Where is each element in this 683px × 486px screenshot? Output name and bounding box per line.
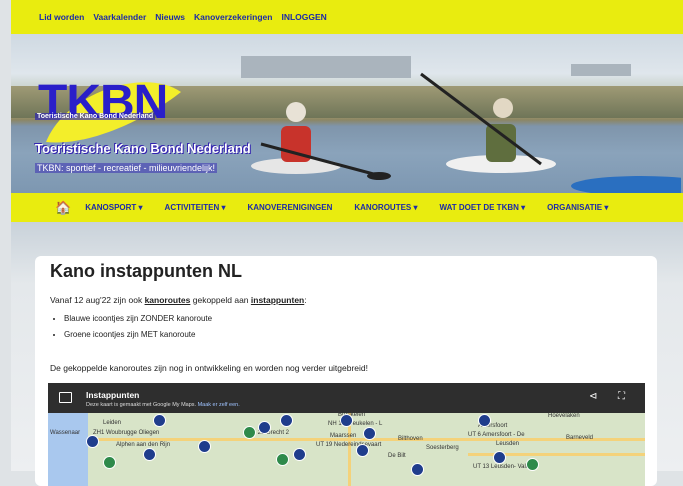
map-pin[interactable] xyxy=(280,414,293,427)
map-subtitle: Deze kaart is gemaakt met Google My Maps… xyxy=(86,402,240,408)
map-subtitle-text: Deze kaart is gemaakt met Google My Maps… xyxy=(86,402,197,408)
content-card: Kano instappunten NL Vanaf 12 aug'22 zij… xyxy=(35,256,657,486)
map-label: UT 6 Amersfoort - De xyxy=(468,432,525,438)
map-legend-icon[interactable] xyxy=(59,392,72,403)
nav-wat-doet-de-tkbn[interactable]: WAT DOET DE TKBN ▾ xyxy=(440,203,526,212)
site-slogan: TKBN: sportief - recreatief - milieuvrie… xyxy=(35,163,218,173)
map-label: Leusden xyxy=(496,441,520,447)
sea-area xyxy=(48,413,88,486)
intro-text: Vanaf 12 aug'22 zijn ook kanoroutes geko… xyxy=(50,295,307,305)
map-label: Maarssen xyxy=(330,433,357,439)
map-pin[interactable] xyxy=(243,426,256,439)
topnav-vaarkalender[interactable]: Vaarkalender xyxy=(93,12,146,22)
topnav-kanoverzekeringen[interactable]: Kanoverzekeringen xyxy=(194,12,272,22)
map-pin[interactable] xyxy=(293,448,306,461)
top-bar: Lid worden Vaarkalender Nieuws Kanoverze… xyxy=(11,0,683,34)
main-nav: 🏠 KANOSPORT ▾ ACTIVITEITEN ▾ KANOVERENIG… xyxy=(11,193,683,222)
map-pin[interactable] xyxy=(526,458,539,471)
map-label: Soesterberg xyxy=(426,445,459,451)
map-pin[interactable] xyxy=(276,453,289,466)
map-label: Leiden xyxy=(103,420,122,426)
legend-list: Blauwe icoontjes zijn ZONDER kanoroute G… xyxy=(50,314,212,346)
page-title: Kano instappunten NL xyxy=(50,261,242,281)
map-pin[interactable] xyxy=(153,414,166,427)
map-label: De Bilt xyxy=(388,453,406,459)
topnav-lid-worden[interactable]: Lid worden xyxy=(39,12,84,22)
nav-organisatie[interactable]: ORGANISATIE ▾ xyxy=(547,203,608,212)
kayakers-image xyxy=(251,72,681,193)
map-label: Bilthoven xyxy=(398,436,423,442)
map-pin[interactable] xyxy=(258,421,271,434)
map-pin[interactable] xyxy=(143,448,156,461)
map-create-link[interactable]: Maak er zelf een. xyxy=(198,402,240,408)
map-pin[interactable] xyxy=(363,427,376,440)
map-title: Instappunten xyxy=(86,390,140,400)
development-note: De gekoppelde kanoroutes zijn nog in ont… xyxy=(50,363,369,373)
hero-banner: TKBN Toeristische Kano Bond Nederland To… xyxy=(11,34,683,193)
map-label: ZH1 Woubrugge Oliegen xyxy=(93,430,160,436)
kanoroutes-link[interactable]: kanoroutes xyxy=(145,295,191,305)
home-icon[interactable]: 🏠 xyxy=(55,200,71,216)
list-item: Blauwe icoontjes zijn ZONDER kanoroute xyxy=(64,314,212,323)
map-pin[interactable] xyxy=(493,451,506,464)
intro-pre: Vanaf 12 aug'22 zijn ook xyxy=(50,295,145,305)
fullscreen-icon[interactable]: ⛶ xyxy=(618,391,625,402)
map-pin[interactable] xyxy=(198,440,211,453)
nav-kanoroutes[interactable]: KANOROUTES ▾ xyxy=(354,203,417,212)
map-label: Alphen aan den Rijn xyxy=(116,442,171,448)
nav-activiteiten[interactable]: ACTIVITEITEN ▾ xyxy=(165,203,226,212)
list-item: Groene icoontjes zijn MET kanoroute xyxy=(64,330,212,339)
topnav-inloggen[interactable]: INLOGGEN xyxy=(281,12,326,22)
map-pin[interactable] xyxy=(340,414,353,427)
map-pin[interactable] xyxy=(478,414,491,427)
nav-kanoverenigingen[interactable]: KANOVERENIGINGEN xyxy=(247,203,332,212)
map-label: Barneveld xyxy=(566,435,594,441)
instappunten-link[interactable]: instappunten xyxy=(251,295,304,305)
map-label: NH 15 Breukelen - L xyxy=(328,421,383,427)
site-title: Toeristische Kano Bond Nederland xyxy=(35,141,251,156)
map-header: Instappunten Deze kaart is gemaakt met G… xyxy=(48,383,645,413)
nav-kanosport[interactable]: KANOSPORT ▾ xyxy=(85,203,142,212)
topnav-nieuws[interactable]: Nieuws xyxy=(155,12,185,22)
intro-mid: gekoppeld aan xyxy=(190,295,251,305)
map-pin[interactable] xyxy=(103,456,116,469)
map-label: Wassenaar xyxy=(50,430,81,436)
map-pin[interactable] xyxy=(411,463,424,476)
share-icon[interactable]: ⊲ xyxy=(589,391,597,402)
logo-subtitle: Toeristische Kano Bond Nederland xyxy=(35,113,156,120)
map-label: Hoevelaken xyxy=(548,413,580,419)
tkbn-logo[interactable]: TKBN xyxy=(38,75,168,130)
map-pin[interactable] xyxy=(356,444,369,457)
intro-post: : xyxy=(304,295,307,305)
map-pin[interactable] xyxy=(86,435,99,448)
top-nav: Lid worden Vaarkalender Nieuws Kanoverze… xyxy=(11,0,683,22)
map-label: UT 19 Nedereindsevaart xyxy=(316,442,382,448)
